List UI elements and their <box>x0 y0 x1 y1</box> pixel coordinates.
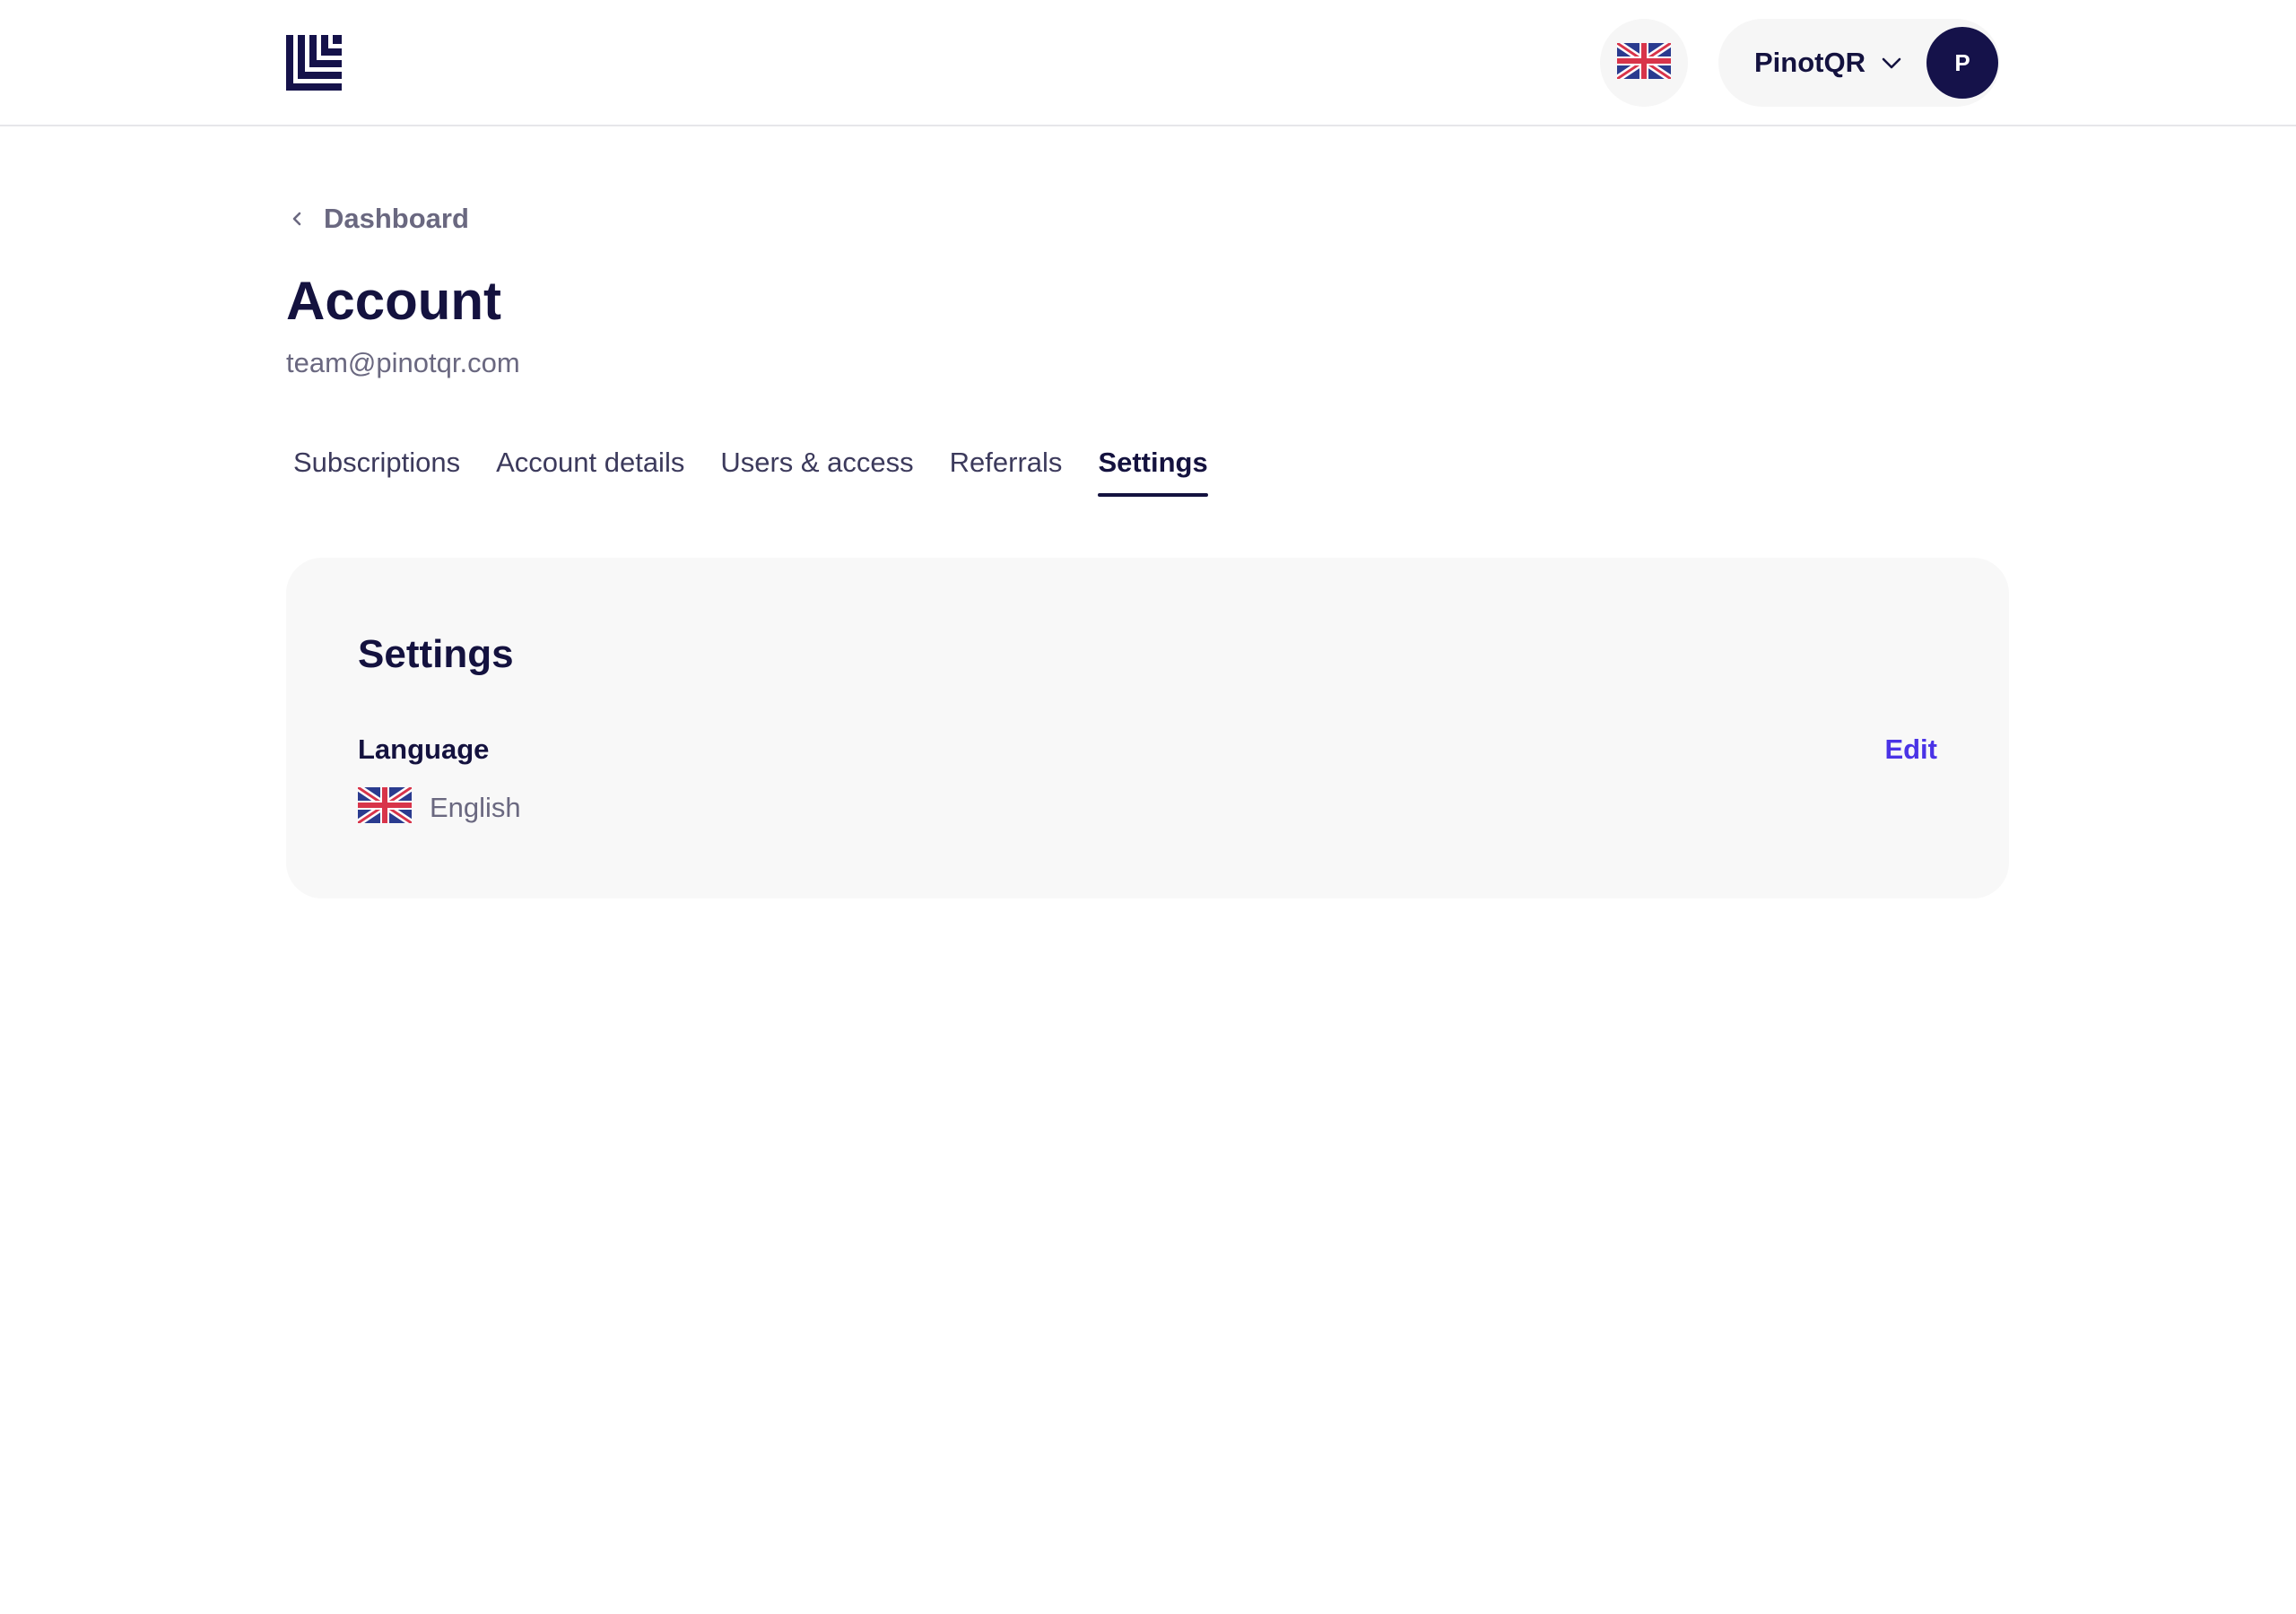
tab-settings[interactable]: Settings <box>1098 441 1209 497</box>
settings-card: Settings Language Edit English <box>286 558 2009 898</box>
language-selector-button[interactable] <box>1600 19 1688 107</box>
language-value: English <box>355 784 521 828</box>
account-tabs: Subscriptions Account details Users & ac… <box>293 441 1209 497</box>
uk-flag-icon <box>355 784 414 828</box>
uk-flag-icon <box>1614 39 1674 83</box>
brand-logo-icon[interactable] <box>286 35 342 91</box>
top-header: PinotQR P <box>0 0 2296 126</box>
chevron-down-icon <box>1880 51 1903 74</box>
language-label: Language <box>358 733 490 765</box>
page-title: Account <box>286 271 501 331</box>
user-name: PinotQR <box>1754 47 1866 78</box>
chevron-left-icon <box>286 208 308 230</box>
avatar: P <box>1926 27 1998 99</box>
account-email: team@pinotqr.com <box>286 347 520 378</box>
edit-language-button[interactable]: Edit <box>1884 732 1937 768</box>
tab-account-details[interactable]: Account details <box>496 441 684 493</box>
settings-card-title: Settings <box>358 632 514 676</box>
language-value-text: English <box>430 791 521 823</box>
tab-referrals[interactable]: Referrals <box>950 441 1063 493</box>
tab-users-access[interactable]: Users & access <box>720 441 913 493</box>
tab-subscriptions[interactable]: Subscriptions <box>293 441 460 493</box>
breadcrumb-label: Dashboard <box>324 203 469 234</box>
breadcrumb-back-link[interactable]: Dashboard <box>286 199 469 239</box>
user-menu-button[interactable]: PinotQR P <box>1718 19 2000 107</box>
